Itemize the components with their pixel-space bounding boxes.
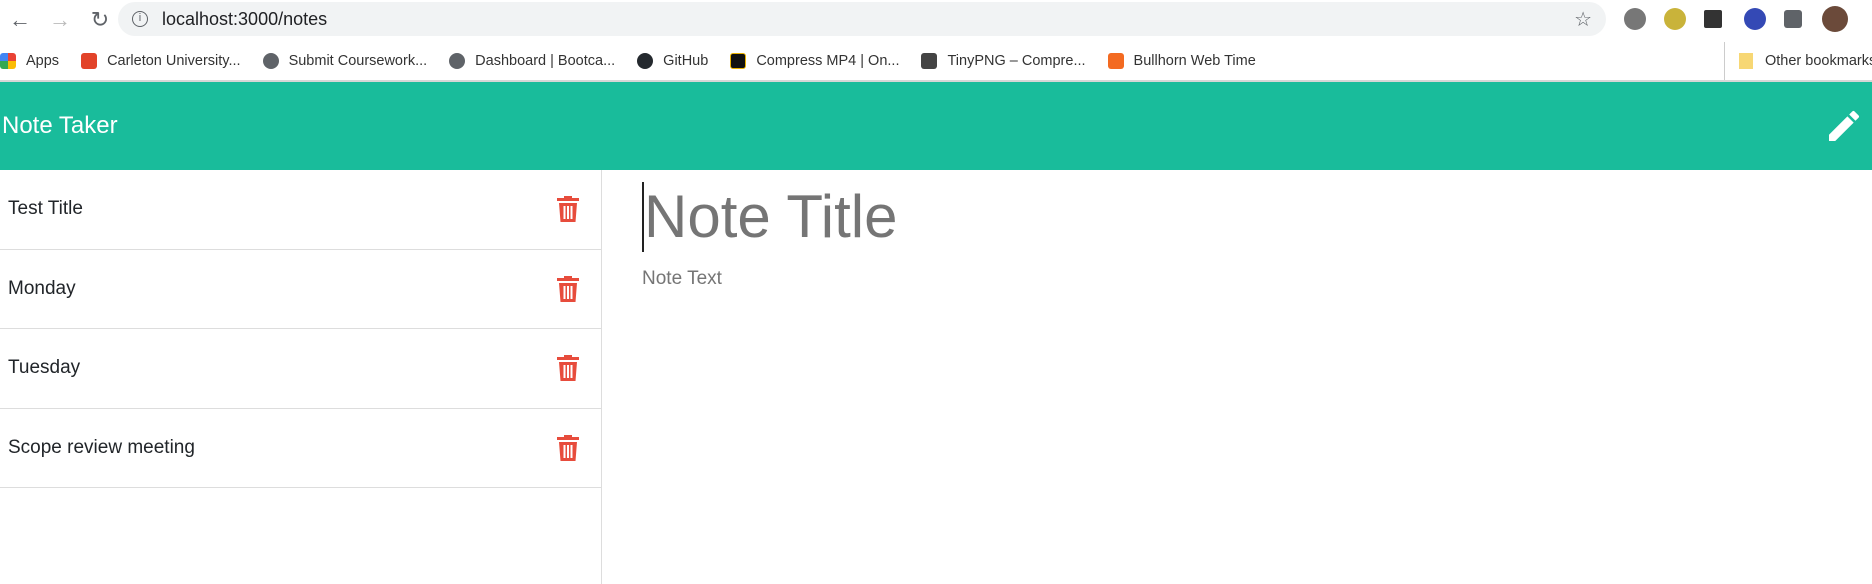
grid-extension-icon[interactable] — [1704, 10, 1722, 28]
bookmark-tinypng[interactable]: TinyPNG – Compre... — [921, 53, 1086, 69]
note-title: Monday — [8, 277, 76, 299]
profile-avatar[interactable] — [1822, 6, 1848, 32]
url-text: localhost:3000/notes — [162, 8, 328, 29]
github-icon — [637, 53, 654, 69]
panda-icon — [921, 53, 938, 69]
globe-icon — [262, 53, 279, 69]
extension-icon[interactable] — [1624, 8, 1646, 30]
bullhorn-icon — [1107, 53, 1124, 69]
bookmark-bullhorn[interactable]: Bullhorn Web Time — [1107, 53, 1256, 69]
folder-icon — [1739, 53, 1753, 69]
trash-icon[interactable] — [557, 275, 579, 302]
trash-icon[interactable] — [557, 434, 579, 461]
gitlab-icon — [81, 53, 98, 69]
note-title: Test Title — [8, 198, 83, 220]
info-icon[interactable]: i — [132, 11, 148, 27]
note-item[interactable]: Tuesday — [0, 329, 601, 409]
note-title: Tuesday — [8, 357, 81, 379]
globe-icon — [449, 53, 466, 69]
trash-icon[interactable] — [557, 196, 579, 223]
note-item[interactable]: Monday — [0, 250, 601, 329]
note-title: Scope review meeting — [8, 436, 195, 458]
bookmark-carleton[interactable]: Carleton University... — [81, 53, 241, 69]
bookmarks-bar: Apps Carleton University... Submit Cours… — [0, 42, 1872, 80]
bookmark-submit-coursework[interactable]: Submit Coursework... — [262, 53, 427, 69]
extension-icon[interactable] — [1664, 8, 1686, 30]
forward-button[interactable]: → — [40, 7, 80, 33]
note-text-input[interactable]: Note Text — [642, 268, 897, 290]
address-bar[interactable]: i localhost:3000/notes ☆ — [118, 2, 1606, 36]
notes-list: Test Title Monday Tuesday Scope review m… — [0, 170, 602, 584]
app-navbar: Note Taker — [0, 82, 1872, 170]
puzzle-icon[interactable] — [1784, 10, 1802, 28]
back-button[interactable]: ← — [0, 7, 40, 33]
note-editor: Note Title Note Text — [642, 182, 897, 290]
bookmark-github[interactable]: GitHub — [637, 53, 708, 69]
apps-grid-icon — [0, 53, 16, 69]
bookmark-dashboard[interactable]: Dashboard | Bootca... — [449, 53, 615, 69]
app-title[interactable]: Note Taker — [2, 112, 118, 140]
trash-icon[interactable] — [557, 355, 579, 382]
note-title-input[interactable]: Note Title — [642, 182, 897, 252]
bookmark-star-icon[interactable]: ☆ — [1574, 7, 1592, 32]
ps-icon — [730, 53, 747, 69]
reload-button[interactable]: ↻ — [80, 7, 120, 33]
bookmark-apps[interactable]: Apps — [0, 53, 59, 69]
note-item[interactable]: Test Title — [0, 170, 601, 250]
pencil-icon[interactable] — [1824, 106, 1864, 146]
note-item[interactable]: Scope review meeting — [0, 409, 601, 488]
other-bookmarks[interactable]: Other bookmarks — [1724, 42, 1872, 80]
bookmark-compress-mp4[interactable]: Compress MP4 | On... — [730, 53, 899, 69]
k-extension-icon[interactable] — [1744, 8, 1766, 30]
